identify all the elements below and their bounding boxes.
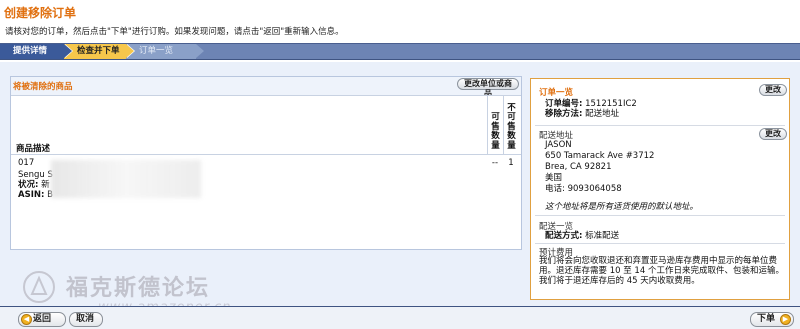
divider [535,215,785,216]
table-row: 017 Sengu S 状况: 新 ASIN: B -- 1 [11,156,521,200]
place-order-button[interactable]: 下单 ▶ [750,312,794,327]
product-name: Sengu S [18,170,53,180]
arrow-left-icon: ◀ [21,314,32,325]
address-city: Brea, CA 92821 [545,162,612,172]
address-phone: 电话: 9093064058 [545,184,622,194]
row-sellable-qty: -- [491,158,499,168]
shipping-method: 配送方式: 标准配送 [545,231,620,241]
page-title: 创建移除订单 [4,6,77,20]
column-unsellable: 不可售数量 [503,96,519,154]
product-condition: 状况: 新 [18,180,50,190]
divider [535,125,785,126]
main-panel: 将被清除的商品 更改单位或商品 商品描述 可售数量 不可售数量 017 Seng… [0,62,800,306]
page-subtitle: 请核对您的订单，然后点击"下单"进行订购。如果发现问题，请点击"返回"重新输入信… [5,27,344,37]
address-default-note: 这个地址将是所有适货使用的默认地址。 [545,202,699,212]
wizard-step-summary: 订单一览 [126,44,196,59]
column-description: 商品描述 [16,144,51,154]
edit-address-button[interactable]: 更改 [759,128,787,140]
arrow-right-icon: ▶ [780,314,791,325]
divider [535,243,785,244]
product-id: 017 [18,158,35,168]
change-units-button[interactable]: 更改单位或商品 [457,78,519,98]
products-header: 将被清除的商品 更改单位或商品 [11,77,521,98]
back-button[interactable]: ◀ 返回 [18,312,66,327]
address-country: 美国 [545,173,563,183]
products-panel: 将被清除的商品 更改单位或商品 商品描述 可售数量 不可售数量 017 Seng… [10,76,522,250]
products-section-title: 将被清除的商品 [13,82,73,92]
product-asin: ASIN: B [18,190,53,200]
address-street: 650 Tamarack Ave #3712 [545,151,655,161]
cancel-button[interactable]: 取消 [69,312,103,327]
column-label: 不可售数量 [507,102,516,151]
column-sellable: 可售数量 [487,96,503,154]
row-unsellable-qty: 1 [508,158,514,168]
summary-title: 订单一览 [539,88,574,98]
wizard-step-details[interactable]: 提供详情 [0,44,64,59]
wizard-bar: 提供详情 检查并下单 订单一览 [0,43,800,60]
order-summary-panel: 订单一览 更改 订单编号: 1512151IC2 移除方法: 配送地址 配送地址… [530,78,790,300]
address-name: JASON [545,140,572,150]
products-table-header: 商品描述 可售数量 不可售数量 [11,95,521,155]
redaction-blur [51,160,201,198]
edit-order-button[interactable]: 更改 [759,84,787,96]
fees-text: 我们将会向您收取退还和弃置亚马逊库存费用中显示的每单位费用。退还库存需要 10 … [539,256,784,286]
order-number: 订单编号: 1512151IC2 [545,99,637,109]
wizard-step-review: 检查并下单 [64,44,126,59]
bottom-bar: ◀ 返回 取消 下单 ▶ [0,306,800,329]
removal-method: 移除方法: 配送地址 [545,109,620,119]
column-label: 可售数量 [491,112,500,151]
